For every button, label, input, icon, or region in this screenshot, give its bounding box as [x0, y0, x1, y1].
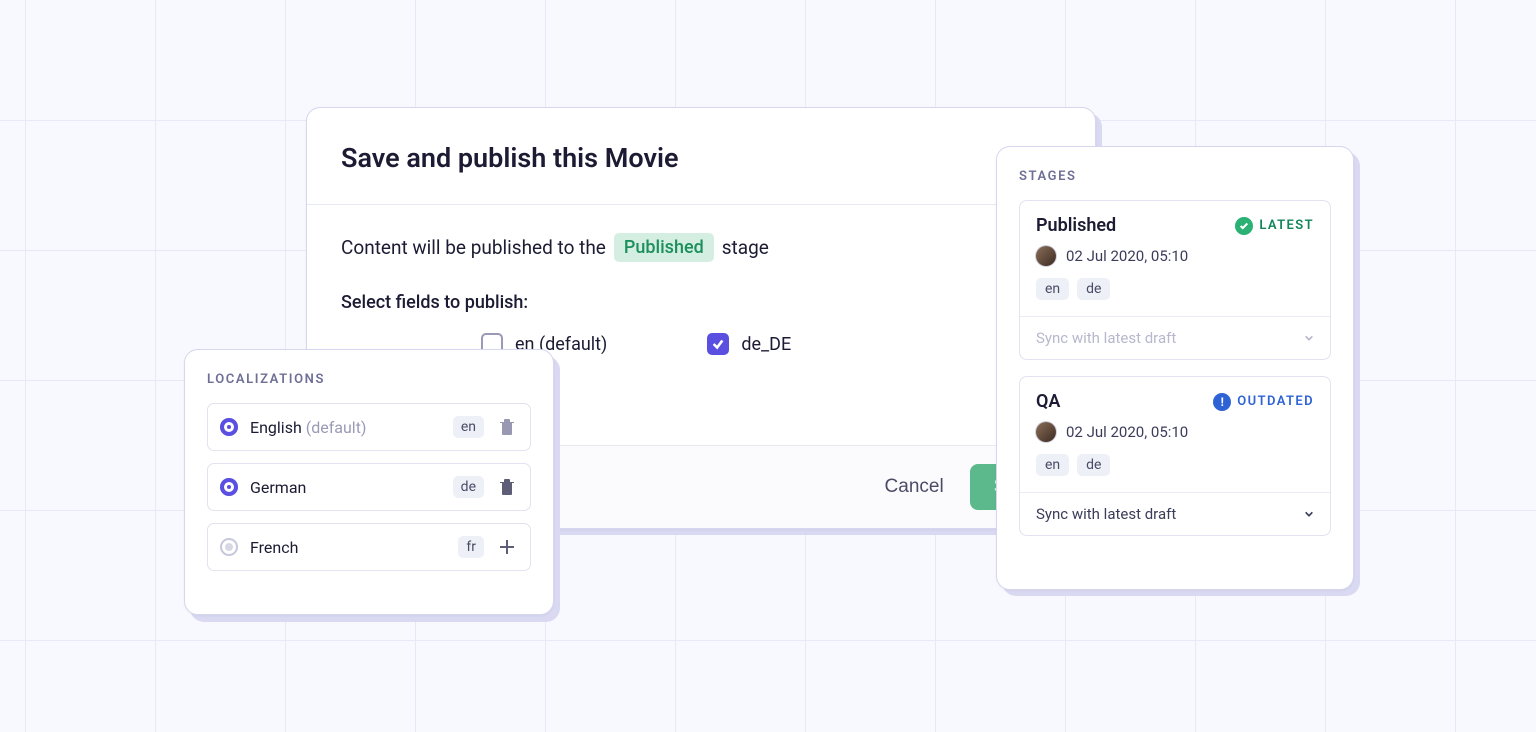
publish-target-line: Content will be published to the Publish…: [341, 233, 1061, 262]
localization-item-english[interactable]: English (default) en: [207, 403, 531, 451]
plus-icon: [498, 538, 516, 556]
delete-locale-button[interactable]: [496, 478, 518, 496]
radio-icon: [220, 418, 238, 436]
chevron-down-icon: [1304, 333, 1314, 343]
stage-card-qa: QA ! OUTDATED 02 Jul 2020, 05:10 en de S…: [1019, 376, 1331, 536]
locale-pill: en: [1036, 454, 1069, 476]
sync-dropdown[interactable]: Sync with latest draft: [1020, 316, 1330, 359]
delete-locale-button[interactable]: [496, 418, 518, 436]
cancel-button[interactable]: Cancel: [885, 476, 944, 498]
locale-code-badge: fr: [458, 536, 484, 558]
stage-status-label: LATEST: [1259, 218, 1314, 233]
stage-status-label: OUTDATED: [1237, 394, 1314, 409]
stage-status-outdated: ! OUTDATED: [1213, 393, 1314, 411]
locale-code-badge: en: [453, 416, 484, 438]
stage-name: Published: [1036, 215, 1116, 236]
stage-status-latest: LATEST: [1235, 217, 1314, 235]
sync-dropdown[interactable]: Sync with latest draft: [1020, 492, 1330, 535]
alert-circle-icon: !: [1213, 393, 1231, 411]
sync-label: Sync with latest draft: [1036, 505, 1176, 523]
stage-name: QA: [1036, 391, 1060, 412]
sync-label: Sync with latest draft: [1036, 329, 1176, 347]
localizations-panel: LOCALIZATIONS English (default) en Germa…: [184, 349, 554, 615]
publish-target-suffix: stage: [722, 236, 769, 259]
radio-icon: [220, 538, 238, 556]
avatar: [1036, 422, 1056, 442]
locale-pill: de: [1077, 278, 1110, 300]
stage-card-published: Published LATEST 02 Jul 2020, 05:10 en d…: [1019, 200, 1331, 360]
localizations-caption: LOCALIZATIONS: [207, 372, 531, 387]
stage-locales: en de: [1020, 266, 1330, 316]
published-stage-badge: Published: [614, 233, 714, 262]
localization-name: German: [250, 478, 441, 497]
checkbox-label: de_DE: [741, 334, 791, 355]
publish-modal-header: Save and publish this Movie: [307, 108, 1095, 205]
publish-modal-title: Save and publish this Movie: [341, 142, 1061, 174]
stage-card-header: QA ! OUTDATED: [1020, 377, 1330, 418]
checkbox-de-de[interactable]: de_DE: [707, 333, 791, 355]
localization-name: French: [250, 538, 446, 557]
stage-timestamp: 02 Jul 2020, 05:10: [1066, 247, 1188, 265]
localization-name: English (default): [250, 418, 441, 437]
localization-item-german[interactable]: German de: [207, 463, 531, 511]
locale-code-badge: de: [453, 476, 484, 498]
stages-caption: STAGES: [1019, 169, 1331, 184]
radio-icon: [220, 478, 238, 496]
avatar: [1036, 246, 1056, 266]
localization-item-french[interactable]: French fr: [207, 523, 531, 571]
check-icon: [711, 337, 725, 351]
localizations-list: English (default) en German de French: [207, 403, 531, 571]
locale-pill: en: [1036, 278, 1069, 300]
stage-locales: en de: [1020, 442, 1330, 492]
chevron-down-icon: [1304, 509, 1314, 519]
stage-timestamp: 02 Jul 2020, 05:10: [1066, 423, 1188, 441]
locale-pill: de: [1077, 454, 1110, 476]
stage-meta: 02 Jul 2020, 05:10: [1020, 418, 1330, 442]
stage-meta: 02 Jul 2020, 05:10: [1020, 242, 1330, 266]
select-fields-label: Select fields to publish:: [341, 292, 1061, 313]
add-locale-button[interactable]: [496, 538, 518, 556]
stages-panel: STAGES Published LATEST 02 Jul 2020, 05:…: [996, 146, 1354, 590]
trash-icon: [499, 478, 515, 496]
publish-target-prefix: Content will be published to the: [341, 236, 606, 259]
check-circle-icon: [1235, 217, 1253, 235]
trash-icon: [499, 418, 515, 436]
checkbox-box-checked: [707, 333, 729, 355]
stage-card-header: Published LATEST: [1020, 201, 1330, 242]
